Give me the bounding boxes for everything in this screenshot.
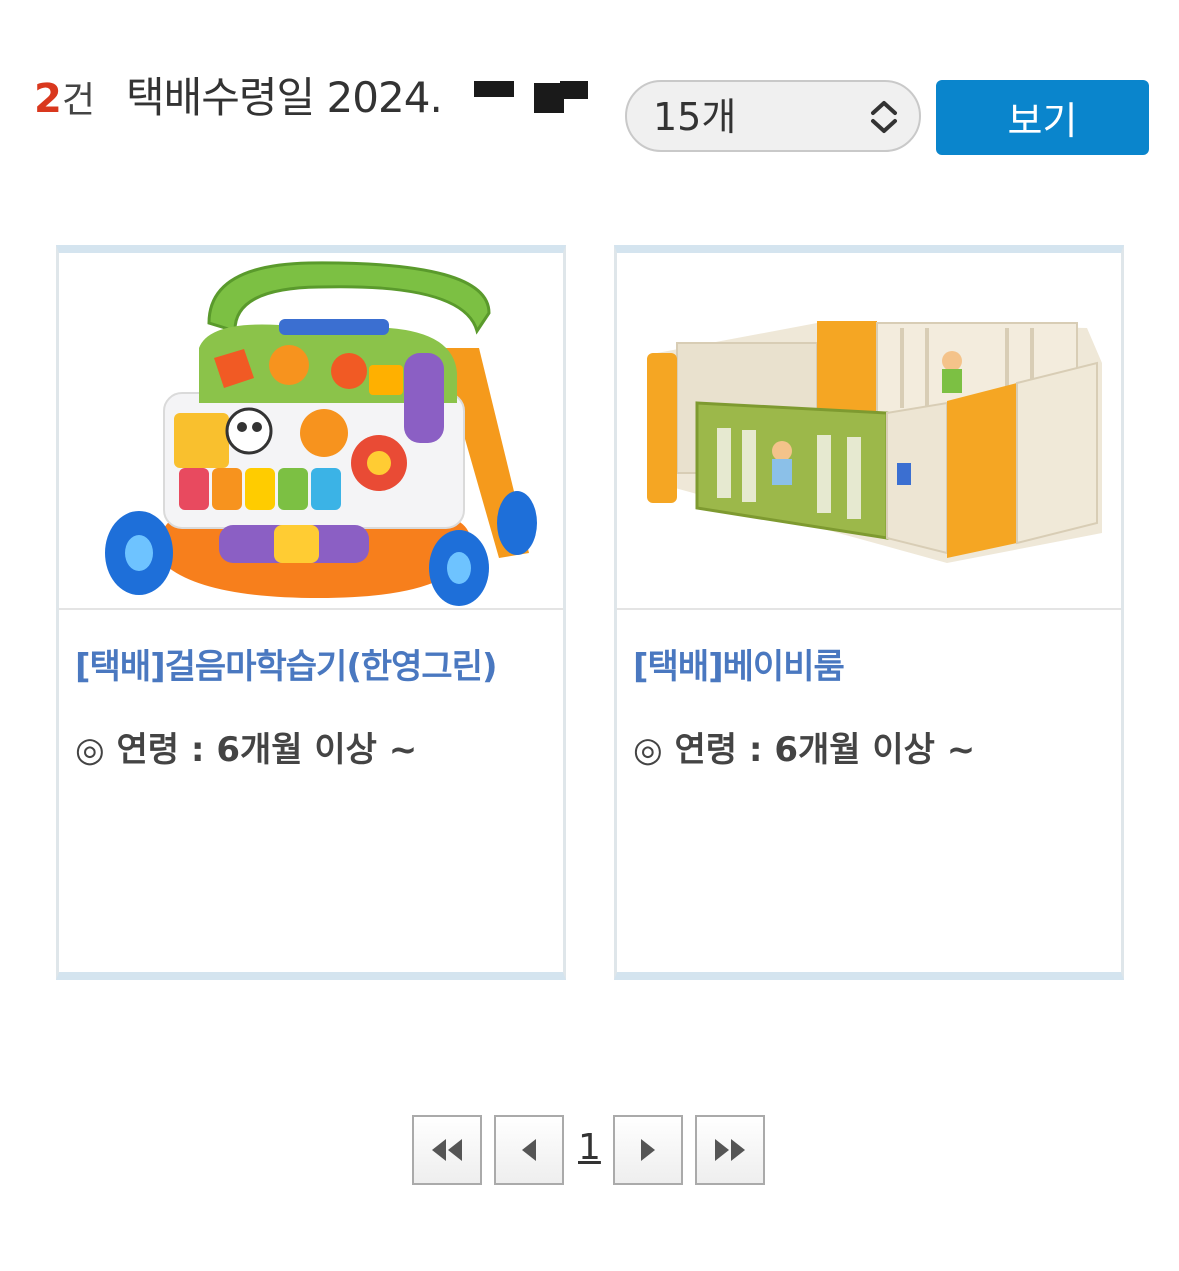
page-size-select[interactable]: 15개 <box>625 80 921 152</box>
product-card[interactable]: [택배]베이비룸 ◎ 연령 : 6개월 이상 ~ <box>614 245 1124 980</box>
product-card[interactable]: [택배]걸음마학습기(한영그린) ◎ 연령 : 6개월 이상 ~ <box>56 245 566 980</box>
product-age: ◎ 연령 : 6개월 이상 ~ <box>75 730 418 770</box>
delivery-date-label: 택배수령일 2024. <box>126 73 443 122</box>
list-toolbar: 2건 택배수령일 2024. 15개 보기 <box>0 0 1179 200</box>
product-image-walker[interactable] <box>59 253 563 610</box>
current-page[interactable]: 1 <box>578 1127 601 1168</box>
result-count: 2건 <box>34 74 95 126</box>
view-button[interactable]: 보기 <box>936 80 1149 155</box>
pagination: 1 <box>0 1115 1179 1187</box>
prev-page-button[interactable] <box>494 1115 564 1185</box>
first-page-button[interactable] <box>412 1115 482 1185</box>
result-count-unit: 건 <box>61 80 95 121</box>
page-size-value: 15개 <box>653 95 737 139</box>
result-count-number: 2 <box>34 76 62 122</box>
product-title[interactable]: [택배]걸음마학습기(한영그린) <box>75 645 498 689</box>
left-arrow-icon <box>522 1139 536 1161</box>
last-page-button[interactable] <box>695 1115 765 1185</box>
product-age: ◎ 연령 : 6개월 이상 ~ <box>633 730 976 770</box>
up-down-chevron-icon <box>871 101 897 133</box>
double-right-arrow-icon <box>715 1139 745 1161</box>
next-page-button[interactable] <box>613 1115 683 1185</box>
product-image-babyroom[interactable] <box>617 253 1121 610</box>
double-left-arrow-icon <box>432 1139 462 1161</box>
redacted-date <box>474 75 592 117</box>
right-arrow-icon <box>641 1139 655 1161</box>
product-title[interactable]: [택배]베이비룸 <box>633 645 845 689</box>
